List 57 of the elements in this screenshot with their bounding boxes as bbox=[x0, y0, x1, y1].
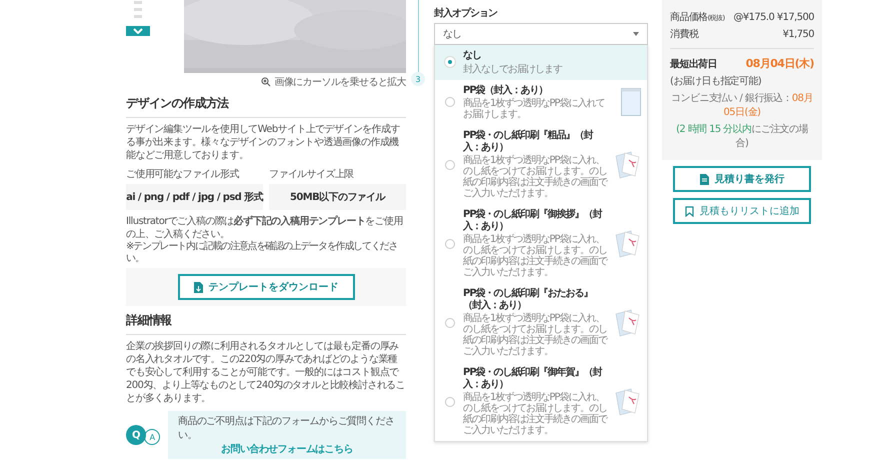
dropdown-caret-icon bbox=[633, 32, 639, 36]
file-size-value: 50MB以下のファイル bbox=[269, 184, 406, 210]
file-format-value: ai / png / pdf / jpg / psd 形式 bbox=[126, 184, 263, 210]
scroll-down-button[interactable] bbox=[126, 26, 150, 36]
template-note: ※テンプレート内に記載の注意点を確認の上データを作成してください。 bbox=[126, 241, 398, 265]
option-title: PP袋・のし紙印刷『粗品』（封入：あり） bbox=[463, 130, 594, 153]
option-title: PP袋（封入：あり） bbox=[463, 84, 549, 96]
bookmark-icon bbox=[684, 206, 694, 216]
details-text: 企業の挨拶回りの際に利用されるタオルとしては最も定番の厚みの名入れタオルです。この220匁の厚みであればどのような業種でも安心して利用することが可能です。一般的にはコスト観点で200匁、より上等なものとして240匁のタオルと比較検討されることが多くあります。 bbox=[126, 340, 406, 405]
enclosure-option[interactable]: なし 封入なしでお届けします bbox=[435, 45, 647, 80]
plastic-bag-icon bbox=[621, 88, 641, 116]
enclosure-option[interactable]: PP袋・のし紙印刷『粗品』（封入：あり） 商品を1枚ずつ透明なPP袋に入れ、のし紙をつけてお届けします。のし紙の印刷内容は注文手続きの画面でご入力いただけます。 bbox=[435, 125, 647, 204]
radio-button[interactable] bbox=[445, 396, 455, 406]
design-description: デザイン編集ツールを使用してWebサイト上でデザインを作成する事が出来ます。様々なデザインのフォントや透過画像の作成機能などご用意しております。 bbox=[126, 123, 401, 162]
radio-button[interactable] bbox=[445, 160, 455, 170]
file-format-label: ご使用可能なファイル形式 bbox=[126, 168, 240, 181]
download-file-icon bbox=[194, 282, 202, 292]
radio-button[interactable] bbox=[445, 238, 455, 248]
enclosure-select[interactable]: なし bbox=[434, 23, 648, 45]
option-title: PP袋・のし紙印刷『御年賀』（封入：あり） bbox=[463, 367, 604, 390]
download-template-button[interactable]: テンプレートをダウンロード bbox=[178, 274, 354, 300]
convenience-ship-date: コンビニ支払い / 銀行振込：08月05日(金) bbox=[670, 92, 814, 119]
option-title: なし bbox=[463, 50, 482, 62]
document-icon bbox=[700, 174, 708, 184]
chevron-down-icon bbox=[133, 28, 143, 34]
action-button[interactable]: 見積もりリストに追加 bbox=[673, 198, 811, 224]
section-heading: 詳細情報 bbox=[126, 312, 406, 335]
enclosure-option[interactable]: PP袋（封入：あり） 商品を1枚ずつ透明なPP袋に入れてお届けします。 bbox=[435, 80, 647, 125]
step-number: 3 bbox=[411, 72, 425, 86]
option-description: 商品を1枚ずつ透明なPP袋に入れ、のし紙をつけてお届けします。のし紙の印刷内容は注文手続きの画面でご入力いただけます。 bbox=[463, 313, 607, 357]
inquiry-text: 商品のご不明点は下記のフォームからご質問ください。 bbox=[178, 414, 396, 442]
ship-date-label: 最短出荷日 bbox=[670, 58, 718, 71]
option-title: PP袋・のし紙印刷『おたおる』（封入：あり） bbox=[463, 288, 594, 311]
section-heading: デザインの作成方法 bbox=[126, 95, 406, 118]
option-title: PP袋・のし紙印刷『御挨拶』（封入：あり） bbox=[463, 209, 604, 232]
price-value: ¥1,750 bbox=[782, 29, 814, 40]
template-notice: Illustratorでご入稿の際は必ず下記の入稿用テンプレートをご使用の上、ご入稿ください。 bbox=[126, 215, 404, 240]
enclosure-option[interactable]: PP袋・のし紙印刷『御挨拶』（封入：あり） 商品を1枚ずつ透明なPP袋に入れ、のし紙をつけてお届けします。のし紙の印刷内容は注文手続きの画面でご入力いただけます。 bbox=[435, 204, 647, 283]
radio-button[interactable] bbox=[445, 318, 455, 328]
enclosure-option[interactable]: PP袋・のし紙印刷『おたおる』（封入：あり） 商品を1枚ずつ透明なPP袋に入れ、のし紙をつけてお届けします。のし紙の印刷内容は注文手続きの画面でご入力いただけます。 bbox=[435, 283, 647, 362]
option-description: 商品を1枚ずつ透明なPP袋に入れ、のし紙をつけてお届けします。のし紙の印刷内容は注文手続きの画面でご入力いただけます。 bbox=[463, 234, 607, 278]
price-label: 消費税 bbox=[670, 28, 698, 41]
enclosure-option-label: 封入オプション bbox=[434, 6, 498, 20]
ship-date: 08月04日(木) bbox=[746, 56, 814, 71]
file-size-label: ファイルサイズ上限 bbox=[269, 168, 355, 181]
action-button[interactable]: 見積り書を発行 bbox=[673, 166, 811, 192]
radio-button[interactable] bbox=[445, 97, 455, 108]
enclosure-option[interactable]: PP袋・のし紙印刷『御年賀』（封入：あり） 商品を1枚ずつ透明なPP袋に入れ、のし紙をつけてお届けします。のし紙の印刷内容は注文手続きの画面でご入力いただけます。 bbox=[435, 362, 647, 441]
zoom-icon bbox=[261, 77, 272, 87]
price-value: @¥175.0 ¥17,500 bbox=[733, 12, 814, 23]
order-deadline: (2 時間 15 分以内にご注文の場合) bbox=[675, 122, 810, 150]
option-description: 商品を1枚ずつ透明なPP袋に入れ、のし紙をつけてお届けします。のし紙の印刷内容は注文手続きの画面でご入力いただけます。 bbox=[463, 392, 607, 436]
option-description: 商品を1枚ずつ透明なPP袋に入れ、のし紙をつけてお届けします。のし紙の印刷内容は注文手続きの画面でご入力いただけます。 bbox=[463, 155, 607, 199]
ship-date-note: (お届け日も指定可能) bbox=[670, 74, 762, 88]
option-description: 商品を1枚ずつ透明なPP袋に入れてお届けします。 bbox=[463, 98, 606, 120]
option-description: 封入なしでお届けします bbox=[463, 64, 564, 74]
zoom-hint: 画像にカーソルを乗せると拡大 bbox=[274, 76, 406, 89]
